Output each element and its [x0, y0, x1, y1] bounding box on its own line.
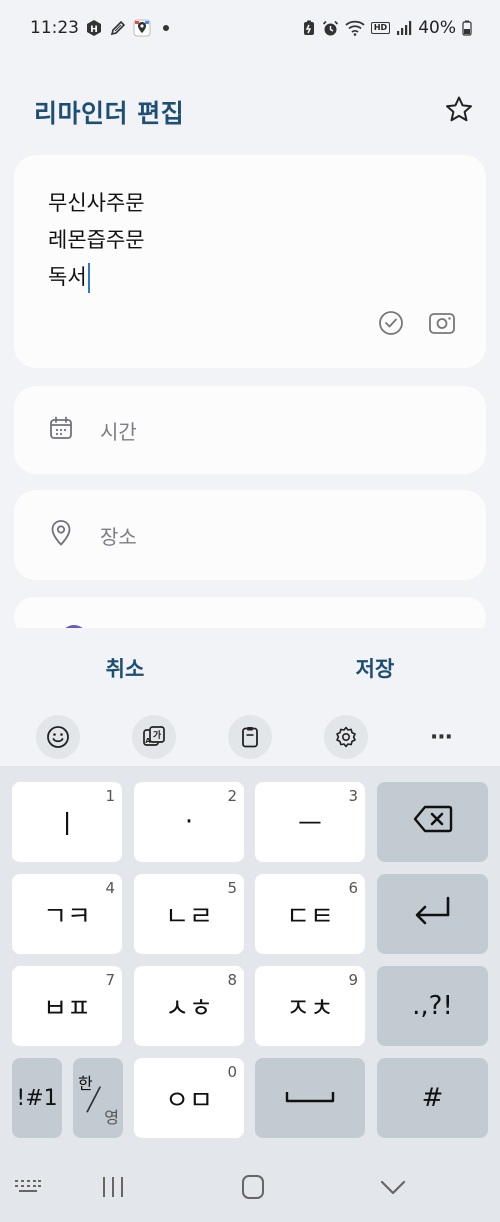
text-cursor — [87, 263, 90, 293]
key-label: ㅅㅎ — [165, 993, 213, 1024]
bottom-actions: 취소 저장 — [0, 628, 500, 708]
key-ㅡ[interactable]: ㅡ 3 — [255, 782, 365, 862]
backspace-key[interactable] — [377, 782, 488, 862]
key-label: ㄱㅋ — [43, 901, 91, 932]
keyboard: ㅣ 1 · 2 ㅡ 3 ㄱㅋ 4 ㄴㄹ 5 ㄷㅌ 6 ㅂㅍ 7 ㅅㅎ 8 ㅈㅊ … — [0, 766, 500, 1150]
slash-icon: ╱ — [87, 1088, 101, 1113]
language-switch-key[interactable]: 한 ╱ 영 — [73, 1058, 123, 1138]
key-ㅅㅎ[interactable]: ㅅㅎ 8 — [134, 966, 244, 1046]
key-ㅣ[interactable]: ㅣ 1 — [12, 782, 122, 862]
enter-icon — [412, 895, 454, 934]
wifi-icon — [345, 20, 365, 36]
key-label: ㄷㅌ — [286, 901, 334, 932]
key-label: ㅡ — [298, 809, 322, 840]
status-left: 11:23 H — [30, 18, 169, 38]
key-ㅇㅁ[interactable]: ㅇㅁ 0 — [134, 1058, 244, 1138]
key-label: ㅂㅍ — [43, 993, 91, 1024]
keyboard-toolbar: 가A ⋯ — [0, 708, 500, 766]
note-actions — [378, 310, 456, 340]
enter-key[interactable] — [377, 874, 488, 954]
note-line: 레몬즙주문 — [48, 228, 145, 252]
symbols-key[interactable]: !#1 — [12, 1058, 62, 1138]
app-header: 리마인더 편집 — [0, 84, 500, 140]
favorite-star-icon[interactable] — [444, 95, 474, 129]
key-label: # — [421, 1083, 444, 1113]
pen-icon — [109, 19, 127, 37]
key-label: .,?! — [412, 991, 453, 1021]
svg-text:A: A — [145, 737, 151, 745]
reminder-text-card[interactable]: 무신사주문 레몬즙주문 독서 — [14, 155, 486, 368]
hash-key[interactable]: # — [377, 1058, 488, 1138]
note-line: 독서 — [48, 265, 87, 289]
more-options-icon[interactable]: ⋯ — [420, 725, 464, 750]
note-line: 무신사주문 — [48, 191, 145, 215]
hide-keyboard-icon[interactable] — [380, 1180, 406, 1200]
space-icon — [285, 1083, 335, 1113]
time-row[interactable]: 시간 — [14, 386, 486, 474]
h-app-icon: H — [85, 19, 103, 37]
time-label: 시간 — [100, 419, 137, 444]
backspace-icon — [413, 805, 453, 840]
battery-icon — [462, 20, 472, 36]
status-right: HD 40% — [302, 18, 472, 38]
map-pin-app-icon — [133, 19, 151, 37]
lang-secondary: 영 — [104, 1108, 119, 1127]
key-ㄷㅌ[interactable]: ㄷㅌ 6 — [255, 874, 365, 954]
key-ㅂㅍ[interactable]: ㅂㅍ 7 — [12, 966, 122, 1046]
key-number: 3 — [348, 787, 358, 805]
key-label: ㅣ — [55, 809, 79, 840]
note-line-last: 독서 — [48, 259, 452, 296]
key-label: ㅈㅊ — [286, 993, 334, 1024]
hd-voice-icon: HD — [370, 22, 391, 34]
space-key[interactable] — [255, 1058, 365, 1138]
cancel-button[interactable]: 취소 — [0, 653, 250, 683]
place-label: 장소 — [100, 524, 137, 549]
signal-icon — [396, 20, 412, 36]
status-bar: 11:23 H HD 40% — [0, 0, 500, 56]
punctuation-key[interactable]: .,?! — [377, 966, 488, 1046]
key-label: ㄴㄹ — [165, 901, 213, 932]
page-title: 리마인더 편집 — [34, 99, 185, 128]
battery-percent: 40% — [418, 18, 456, 38]
notification-dot — [163, 25, 169, 31]
key-number: 7 — [105, 971, 115, 989]
alarm-icon — [322, 20, 339, 37]
emoji-icon[interactable] — [36, 715, 80, 759]
translate-icon[interactable]: 가A — [132, 715, 176, 759]
save-button[interactable]: 저장 — [250, 653, 500, 683]
keyboard-switch-icon[interactable] — [14, 1178, 42, 1200]
home-icon[interactable] — [241, 1174, 265, 1204]
recent-apps-icon[interactable] — [101, 1176, 125, 1202]
svg-text:H: H — [90, 25, 98, 35]
reminder-text-input[interactable]: 무신사주문 레몬즙주문 독서 — [48, 185, 452, 296]
navigation-bar — [0, 1150, 500, 1222]
key-ㅈㅊ[interactable]: ㅈㅊ 9 — [255, 966, 365, 1046]
status-time: 11:23 — [30, 18, 79, 38]
key-number: 2 — [227, 787, 237, 805]
location-pin-icon — [48, 519, 74, 551]
clipboard-icon[interactable] — [228, 715, 272, 759]
key-number: 8 — [227, 971, 237, 989]
camera-icon[interactable] — [428, 310, 456, 340]
calendar-icon — [48, 415, 74, 445]
key-number: 1 — [105, 787, 115, 805]
key-ㄴㄹ[interactable]: ㄴㄹ 5 — [134, 874, 244, 954]
key-label: ㅇㅁ — [165, 1085, 213, 1116]
key-number: 0 — [227, 1063, 237, 1081]
svg-text:가: 가 — [153, 729, 162, 741]
key-label: !#1 — [16, 1085, 58, 1111]
key-ㄱㅋ[interactable]: ㄱㅋ 4 — [12, 874, 122, 954]
key-number: 9 — [348, 971, 358, 989]
key-dot[interactable]: · 2 — [134, 782, 244, 862]
battery-saver-icon — [302, 20, 316, 36]
checkbox-icon[interactable] — [378, 310, 404, 340]
settings-icon[interactable] — [324, 715, 368, 759]
place-row[interactable]: 장소 — [14, 490, 486, 580]
key-number: 4 — [105, 879, 115, 897]
key-number: 6 — [348, 879, 358, 897]
key-number: 5 — [227, 879, 237, 897]
key-label: · — [184, 807, 194, 837]
